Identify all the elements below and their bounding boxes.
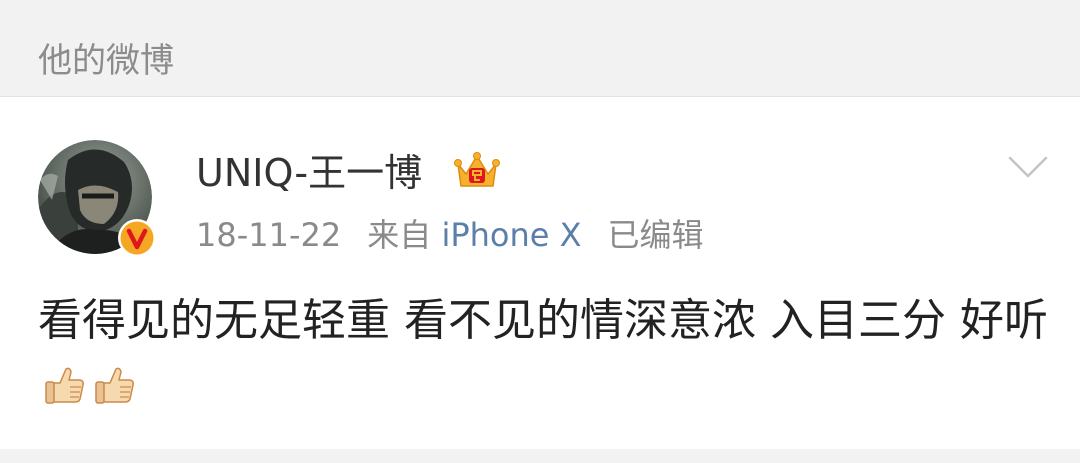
thumbs-up-icon	[45, 367, 84, 404]
post-meta: 18-11-22 来自 iPhone X 已编辑	[196, 212, 704, 258]
post-time: 18-11-22	[196, 216, 342, 254]
thumbs-up-icon	[95, 367, 134, 404]
author-name[interactable]: UNIQ-王一博	[196, 148, 422, 198]
chevron-down-icon[interactable]	[1004, 150, 1052, 184]
source-prefix: 来自	[367, 216, 432, 254]
edited-label[interactable]: 已编辑	[608, 216, 704, 254]
post-body: 看得见的无足轻重 看不见的情深意浓 入目三分 好听	[38, 295, 1048, 346]
section-title: 他的微博	[38, 41, 174, 81]
crown-icon[interactable]	[454, 150, 500, 192]
card-divider	[0, 449, 1080, 463]
source-device-link[interactable]: iPhone X	[441, 216, 581, 254]
verified-badge-icon	[118, 219, 156, 257]
section-header: 他的微博	[0, 0, 1080, 97]
post-text: 看得见的无足轻重 看不见的情深意浓 入目三分 好听	[38, 288, 1048, 420]
